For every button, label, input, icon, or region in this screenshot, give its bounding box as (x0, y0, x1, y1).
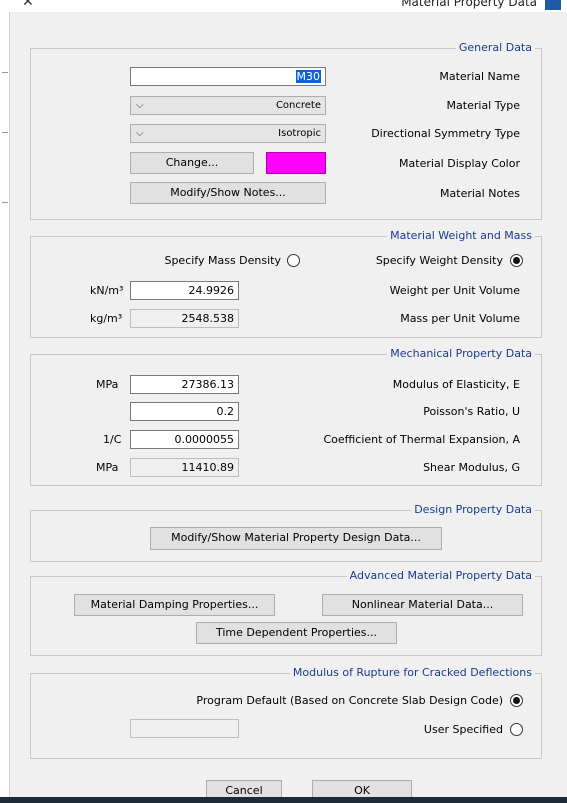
chevron-down-icon: ⌵ (136, 100, 144, 111)
display-color-label: Material Display Color (399, 157, 520, 170)
mass-per-volume-label: Mass per Unit Volume (400, 312, 520, 325)
rupture-legend: Modulus of Rupture for Cracked Deflectio… (289, 666, 535, 679)
material-type-label: Material Type (446, 99, 520, 112)
shear-modulus-label: Shear Modulus, G (423, 461, 520, 474)
material-name-input[interactable]: M30 (130, 67, 326, 86)
damping-properties-button[interactable]: Material Damping Properties... (74, 594, 275, 616)
poisson-ratio-input[interactable]: 0.2 (130, 402, 239, 421)
taskbar-strip (0, 797, 567, 803)
left-edge-strip (0, 12, 10, 797)
program-default-label[interactable]: Program Default (Based on Concrete Slab … (196, 694, 503, 707)
edge-tick (2, 132, 8, 133)
user-specified-label[interactable]: User Specified (424, 723, 503, 736)
shear-modulus-field: 11410.89 (130, 458, 239, 477)
weight-unit: kN/m³ (90, 284, 124, 297)
mass-per-volume-field: 2548.538 (130, 309, 239, 328)
specify-mass-label[interactable]: Specify Mass Density (164, 254, 281, 267)
symmetry-type-label: Directional Symmetry Type (371, 127, 520, 140)
mass-unit: kg/m³ (90, 312, 123, 325)
elasticity-input[interactable]: 27386.13 (130, 375, 239, 394)
design-data-legend: Design Property Data (411, 503, 535, 516)
advanced-data-group: Advanced Material Property Data (30, 569, 542, 656)
display-color-swatch[interactable] (266, 152, 326, 174)
edge-tick (2, 72, 8, 73)
weight-mass-legend: Material Weight and Mass (387, 229, 535, 242)
general-data-legend: General Data (455, 41, 535, 54)
specify-weight-label[interactable]: Specify Weight Density (376, 254, 503, 267)
user-specified-radio[interactable] (510, 723, 523, 736)
thermal-expansion-input[interactable]: 0.0000055 (130, 430, 239, 449)
time-dependent-button[interactable]: Time Dependent Properties... (196, 622, 397, 644)
edge-tick (2, 202, 8, 203)
weight-per-volume-label: Weight per Unit Volume (389, 284, 520, 297)
chevron-down-icon: ⌵ (136, 128, 144, 139)
shear-unit: MPa (96, 461, 119, 474)
title-bar: ✕ Material Property Data (0, 0, 567, 12)
material-name-label: Material Name (439, 70, 520, 83)
change-color-button[interactable]: Change... (130, 152, 254, 174)
symmetry-type-select[interactable]: ⌵ Isotropic (130, 124, 326, 143)
specify-mass-radio[interactable] (287, 254, 300, 267)
modify-design-data-button[interactable]: Modify/Show Material Property Design Dat… (150, 527, 442, 550)
material-type-select[interactable]: ⌵ Concrete (130, 96, 326, 115)
thermal-unit: 1/C (103, 433, 122, 446)
modify-notes-button[interactable]: Modify/Show Notes... (130, 182, 326, 204)
nonlinear-data-button[interactable]: Nonlinear Material Data... (322, 594, 523, 616)
close-icon[interactable]: ✕ (22, 0, 34, 10)
specify-weight-radio[interactable] (510, 254, 523, 267)
elasticity-label: Modulus of Elasticity, E (392, 378, 520, 391)
thermal-expansion-label: Coefficient of Thermal Expansion, A (323, 433, 520, 446)
mechanical-data-legend: Mechanical Property Data (387, 347, 535, 360)
material-notes-label: Material Notes (440, 187, 520, 200)
rupture-group: Modulus of Rupture for Cracked Deflectio… (30, 666, 542, 759)
app-icon (545, 0, 561, 10)
advanced-data-legend: Advanced Material Property Data (346, 569, 535, 582)
elasticity-unit: MPa (96, 378, 119, 391)
weight-per-volume-input[interactable]: 24.9926 (130, 281, 239, 300)
program-default-radio[interactable] (510, 694, 523, 707)
window-title: Material Property Data (401, 0, 537, 9)
user-specified-input[interactable] (130, 719, 239, 738)
poisson-ratio-label: Poisson's Ratio, U (423, 405, 520, 418)
